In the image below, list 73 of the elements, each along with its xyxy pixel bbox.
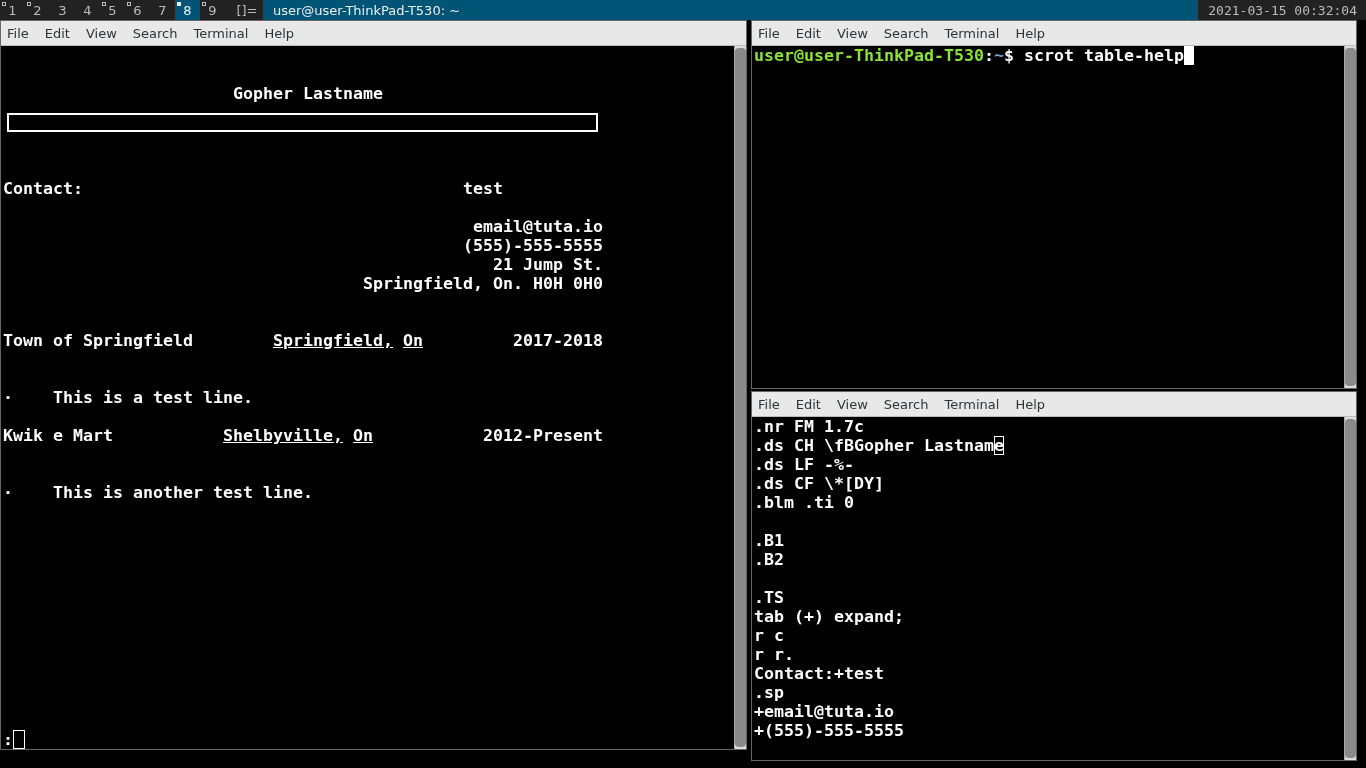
menu-item[interactable]: Edit xyxy=(38,25,78,41)
workspace-tag[interactable]: 8 xyxy=(175,0,200,20)
job-years: 2017-2018 xyxy=(513,331,603,350)
menu-item[interactable]: File xyxy=(752,25,788,41)
contact-detail: 21 Jump St. xyxy=(493,255,603,274)
workspace-tag[interactable]: 6 xyxy=(125,0,150,20)
workspace-tag[interactable]: 2 xyxy=(25,0,50,20)
command-text: scrot table-help xyxy=(1024,46,1184,65)
prompt-user-host: user@user-ThinkPad-T530 xyxy=(754,46,984,65)
code-line: .nr FM 1.7c xyxy=(754,417,864,436)
menu-item[interactable]: Terminal xyxy=(187,25,257,41)
bullet-mark: · xyxy=(3,483,13,502)
job-province: On xyxy=(353,426,373,445)
scrollbar[interactable] xyxy=(734,46,746,749)
job-years: 2012-Present xyxy=(483,426,603,445)
contact-detail: Springfield, On. H0H 0H0 xyxy=(363,274,603,293)
contact-detail: (555)-555-5555 xyxy=(463,236,603,255)
command-prompt: : xyxy=(3,730,13,749)
code-line: Contact:+test xyxy=(754,664,884,683)
menu-item[interactable]: Search xyxy=(126,25,186,41)
bullet-mark: · xyxy=(3,388,13,407)
menu-item[interactable]: Terminal xyxy=(938,396,1008,412)
code-line: tab (+) expand; xyxy=(754,607,904,626)
code-line: +(555)-555-5555 xyxy=(754,721,904,740)
code-line: .TS xyxy=(754,588,784,607)
code-line: r c xyxy=(754,626,784,645)
menu-item[interactable]: Help xyxy=(258,25,303,41)
code-line: .B1 xyxy=(754,531,784,550)
contact-detail: email@tuta.io xyxy=(473,217,603,236)
code-line: .ds CF \*[DY] xyxy=(754,474,884,493)
code-line: .ds CH \fBGopher Lastnam xyxy=(754,436,994,455)
menu-item[interactable]: View xyxy=(830,25,876,41)
menu-item[interactable]: View xyxy=(79,25,125,41)
contact-label: Contact: xyxy=(3,179,83,198)
code-line: .sp xyxy=(754,683,784,702)
prompt-path: ~ xyxy=(994,46,1004,65)
job-description: This is a test line. xyxy=(53,388,253,407)
prompt-separator: : xyxy=(984,46,994,65)
menu-item[interactable]: Help xyxy=(1009,25,1054,41)
menu-item[interactable]: Terminal xyxy=(938,25,1008,41)
job-province: On xyxy=(403,331,423,350)
clock: 2021-03-15 00:32:04 xyxy=(1207,1,1358,20)
menu-item[interactable]: Help xyxy=(1009,396,1054,412)
workspace-tag[interactable]: 3 xyxy=(50,0,75,20)
workspace-tag[interactable]: 5 xyxy=(100,0,125,20)
menu-item[interactable]: Search xyxy=(877,396,937,412)
workspace-tag[interactable]: 9 xyxy=(200,0,225,20)
menu-item[interactable]: Search xyxy=(877,25,937,41)
menu-item[interactable]: View xyxy=(830,396,876,412)
code-line: r r. xyxy=(754,645,794,664)
contact-name: test xyxy=(463,179,503,198)
document-heading: Gopher Lastname xyxy=(233,84,383,103)
workspace-tag[interactable]: 7 xyxy=(150,0,175,20)
code-line: .blm .ti 0 xyxy=(754,493,854,512)
prompt-symbol: $ xyxy=(1004,46,1014,65)
workspace-tag[interactable]: 1 xyxy=(0,0,25,20)
menu-item[interactable]: File xyxy=(752,396,788,412)
scrollbar[interactable] xyxy=(1344,46,1356,388)
employer-name: Kwik e Mart xyxy=(3,426,113,445)
code-line: .ds LF -%- xyxy=(754,455,854,474)
code-line: +email@tuta.io xyxy=(754,702,894,721)
employer-name: Town of Springfield xyxy=(3,331,193,350)
menu-item[interactable]: Edit xyxy=(789,25,829,41)
layout-symbol[interactable]: []= xyxy=(233,0,261,20)
window-title: user@user-ThinkPad-T530: ~ xyxy=(263,0,1199,20)
job-city: Shelbyville, xyxy=(223,426,343,445)
job-description: This is another test line. xyxy=(53,483,313,502)
code-line: .B2 xyxy=(754,550,784,569)
menu-item[interactable]: File xyxy=(1,25,37,41)
job-city: Springfield, xyxy=(273,331,393,350)
menu-item[interactable]: Edit xyxy=(789,396,829,412)
scrollbar[interactable] xyxy=(1344,417,1356,760)
workspace-tag[interactable]: 4 xyxy=(75,0,100,20)
